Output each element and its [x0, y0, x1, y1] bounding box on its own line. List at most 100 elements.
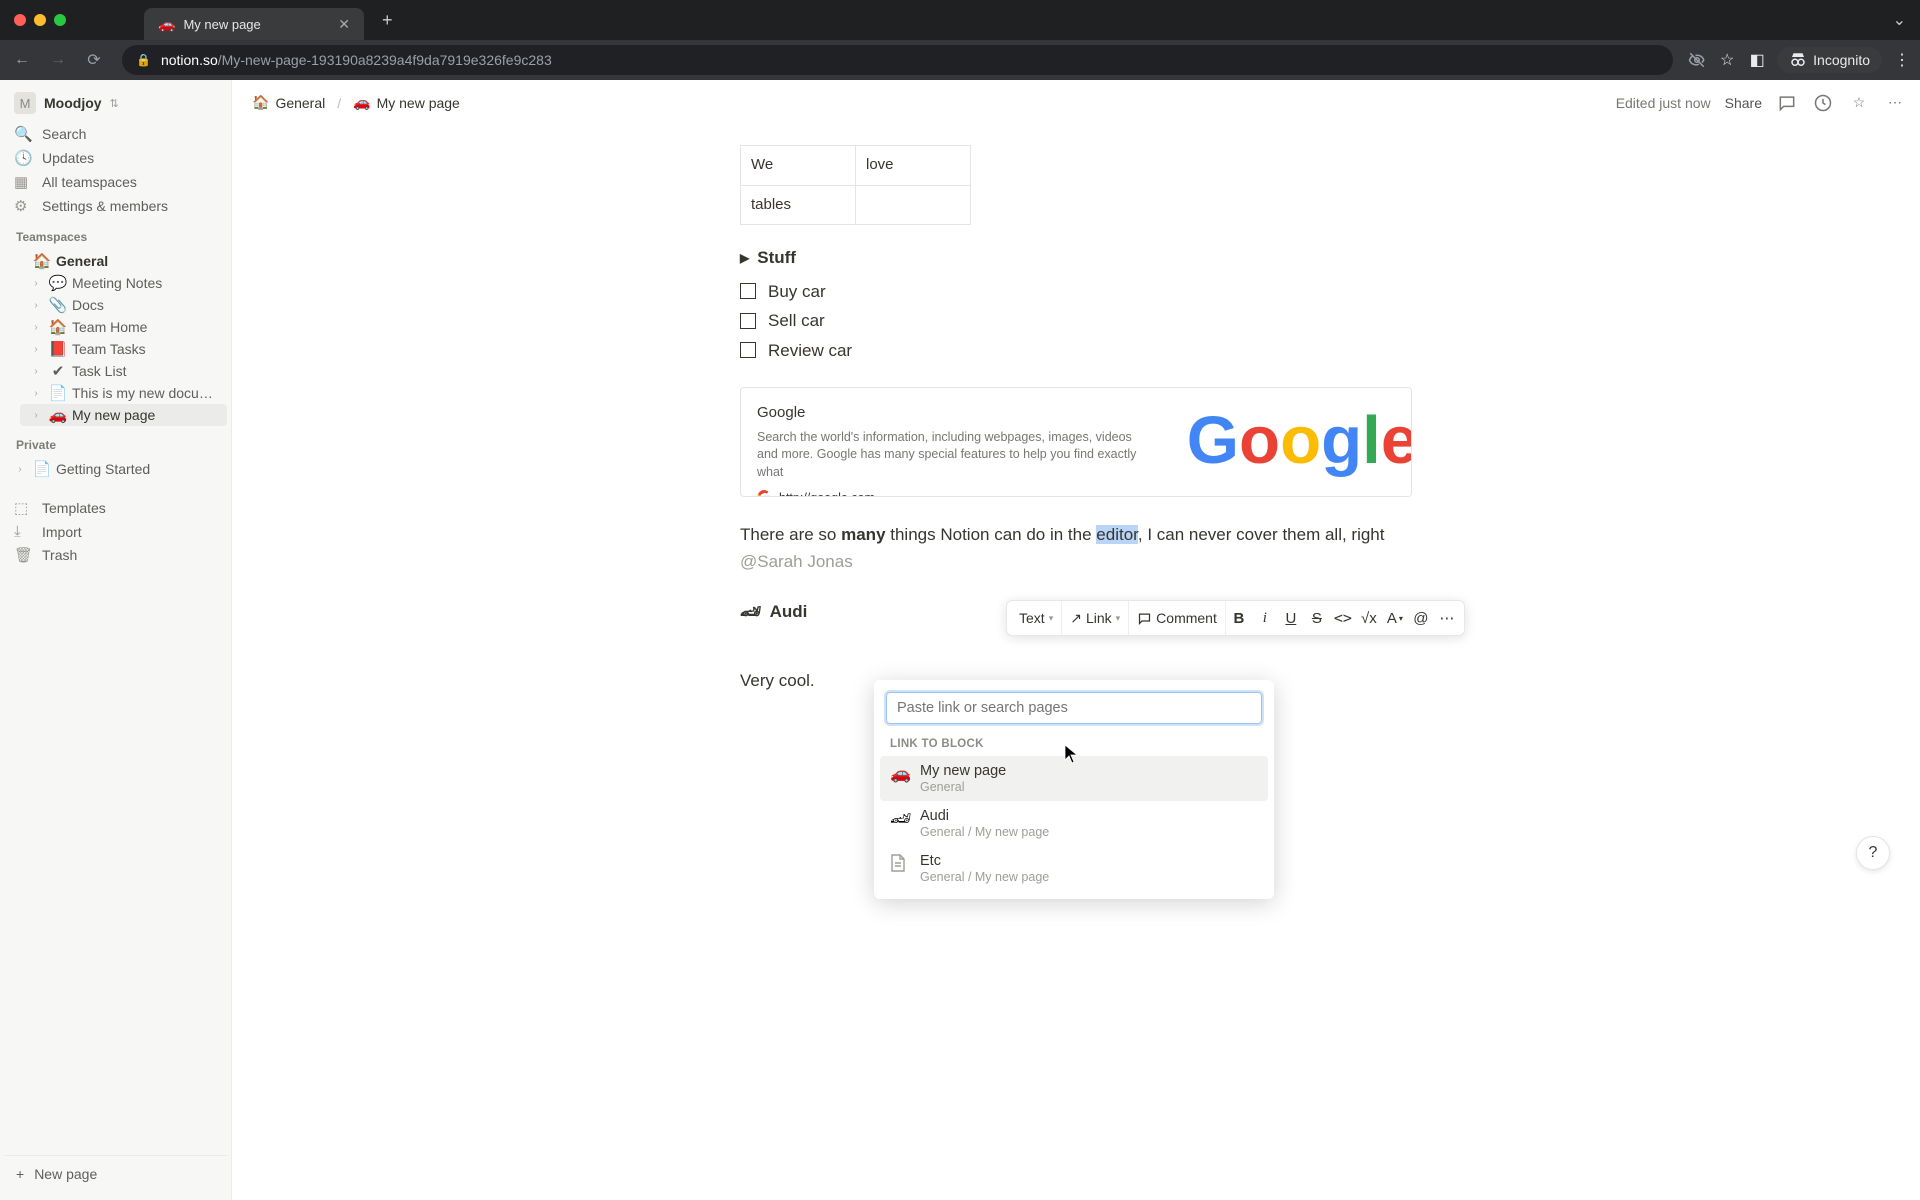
toolbar-label: Comment: [1156, 610, 1217, 626]
strikethrough-button[interactable]: S: [1304, 601, 1330, 635]
tree-item-new-document[interactable]: › 📄 This is my new document: [20, 382, 227, 404]
breadcrumb-root[interactable]: 🏠 General: [246, 92, 331, 113]
link-result-breadcrumb: General / My new page: [920, 870, 1049, 884]
close-window-button[interactable]: [14, 14, 26, 26]
chevron-right-icon[interactable]: ›: [28, 322, 44, 333]
eye-off-icon[interactable]: [1687, 50, 1707, 70]
chevron-down-icon: ▾: [1049, 613, 1054, 624]
share-button[interactable]: Share: [1725, 95, 1762, 111]
updates-clock-icon[interactable]: [1812, 92, 1834, 114]
tree-item-docs[interactable]: › 📎 Docs: [20, 294, 227, 316]
close-tab-button[interactable]: ✕: [338, 16, 350, 33]
todo-item[interactable]: Sell car: [740, 308, 1412, 334]
table-cell[interactable]: We: [741, 146, 856, 186]
web-bookmark-block[interactable]: Google Search the world's information, i…: [740, 387, 1412, 497]
table-cell[interactable]: tables: [741, 185, 856, 225]
address-bar[interactable]: 🔒 notion.so/My-new-page-193190a8239a4f9d…: [122, 45, 1673, 75]
updates-button[interactable]: 🕓 Updates: [4, 146, 227, 170]
trash-button[interactable]: 🗑 Trash: [4, 543, 227, 567]
new-tab-button[interactable]: +: [382, 10, 393, 31]
maximize-window-button[interactable]: [54, 14, 66, 26]
comment-icon: [1137, 611, 1152, 626]
text-selection: editor: [1096, 525, 1138, 544]
templates-button[interactable]: ⬚ Templates: [4, 496, 227, 520]
text-block[interactable]: There are so many things Notion can do i…: [740, 521, 1412, 575]
browser-tab[interactable]: 🚗 My new page ✕: [144, 8, 364, 40]
search-icon: 🔍: [14, 125, 32, 143]
todo-item[interactable]: Review car: [740, 338, 1412, 364]
all-teamspaces-button[interactable]: ▦ All teamspaces: [4, 170, 227, 194]
favorite-star-icon[interactable]: ☆: [1848, 92, 1870, 114]
tree-item-team-home[interactable]: › 🏠 Team Home: [20, 316, 227, 338]
user-mention[interactable]: @Sarah Jonas: [740, 552, 853, 571]
mention-button[interactable]: @: [1408, 601, 1434, 635]
chevron-right-icon[interactable]: ›: [28, 278, 44, 289]
text-color-button[interactable]: A▾: [1382, 601, 1408, 635]
reload-button[interactable]: ⟳: [80, 46, 108, 74]
browser-toolbar: ← → ⟳ 🔒 notion.so/My-new-page-193190a823…: [0, 40, 1920, 80]
chevron-right-icon[interactable]: ›: [28, 344, 44, 355]
tree-item-meeting-notes[interactable]: › 💬 Meeting Notes: [20, 272, 227, 294]
chevron-right-icon[interactable]: ›: [28, 366, 44, 377]
code-button[interactable]: <>: [1330, 601, 1356, 635]
tree-label: Getting Started: [56, 461, 223, 477]
google-favicon-icon: [757, 490, 773, 497]
todo-item[interactable]: Buy car: [740, 279, 1412, 305]
chevron-right-icon[interactable]: ›: [12, 464, 28, 475]
chevron-right-icon[interactable]: ›: [28, 300, 44, 311]
text-style-dropdown[interactable]: Text ▾: [1011, 601, 1062, 635]
import-button[interactable]: ⤓ Import: [4, 520, 227, 543]
back-button[interactable]: ←: [8, 46, 36, 74]
workspace-switcher[interactable]: M Moodjoy ⇅: [4, 88, 227, 118]
tree-item-my-new-page[interactable]: › 🚗 My new page: [20, 404, 227, 426]
page-icon: 🏎: [890, 809, 910, 829]
chevron-right-icon[interactable]: ›: [28, 410, 44, 421]
help-button[interactable]: ?: [1856, 836, 1890, 870]
sidebar-item-label: Updates: [42, 150, 94, 166]
content-table[interactable]: We love tables: [740, 145, 971, 225]
comment-button[interactable]: Comment: [1129, 601, 1226, 635]
tree-item-task-list[interactable]: › ✔ Task List: [20, 360, 227, 382]
checkbox[interactable]: [740, 313, 756, 329]
extensions-icon[interactable]: ◧: [1747, 50, 1767, 70]
document-icon: [890, 854, 910, 872]
text-bold: many: [841, 525, 885, 544]
checkbox[interactable]: [740, 283, 756, 299]
bookmark-star-icon[interactable]: ☆: [1717, 50, 1737, 70]
search-button[interactable]: 🔍 Search: [4, 122, 227, 146]
incognito-badge[interactable]: Incognito: [1777, 47, 1882, 73]
chevron-right-icon[interactable]: ›: [28, 388, 44, 399]
settings-button[interactable]: ⚙ Settings & members: [4, 194, 227, 218]
breadcrumb-page[interactable]: 🚗 My new page: [347, 92, 466, 113]
tree-item-getting-started[interactable]: › 📄 Getting Started: [4, 458, 227, 480]
italic-button[interactable]: i: [1252, 601, 1278, 635]
breadcrumb: 🏠 General / 🚗 My new page: [246, 92, 466, 113]
table-cell[interactable]: love: [856, 146, 971, 186]
subpage-label: Audi: [770, 599, 808, 625]
underline-button[interactable]: U: [1278, 601, 1304, 635]
toolbar-label: Link: [1086, 610, 1112, 626]
link-result-item[interactable]: 🚗 My new page General: [880, 756, 1268, 801]
bold-button[interactable]: B: [1226, 601, 1252, 635]
more-menu-icon[interactable]: ⋯: [1884, 92, 1906, 114]
toggle-triangle-icon[interactable]: ▶: [740, 249, 749, 267]
comments-icon[interactable]: [1776, 92, 1798, 114]
browser-menu-icon[interactable]: ⋮: [1892, 50, 1912, 70]
link-search-input[interactable]: [886, 692, 1262, 724]
checkbox[interactable]: [740, 342, 756, 358]
page-icon: 🚗: [890, 764, 910, 784]
more-options-button[interactable]: ⋯: [1434, 601, 1460, 635]
tabs-chevron-icon[interactable]: ⌄: [1893, 10, 1906, 30]
forward-button[interactable]: →: [44, 46, 72, 74]
sidebar-item-label: Import: [42, 524, 82, 540]
toggle-block[interactable]: ▶ Stuff: [740, 245, 1412, 271]
equation-button[interactable]: √x: [1356, 601, 1382, 635]
link-result-item[interactable]: 🏎 Audi General / My new page: [880, 801, 1268, 846]
link-button[interactable]: ↗ Link ▾: [1062, 601, 1129, 635]
new-page-button[interactable]: + New page: [4, 1155, 227, 1192]
tree-item-team-tasks[interactable]: › 📕 Team Tasks: [20, 338, 227, 360]
minimize-window-button[interactable]: [34, 14, 46, 26]
link-result-item[interactable]: Etc General / My new page: [880, 846, 1268, 891]
tree-item-general[interactable]: 🏠 General: [4, 250, 227, 272]
table-cell[interactable]: [856, 185, 971, 225]
